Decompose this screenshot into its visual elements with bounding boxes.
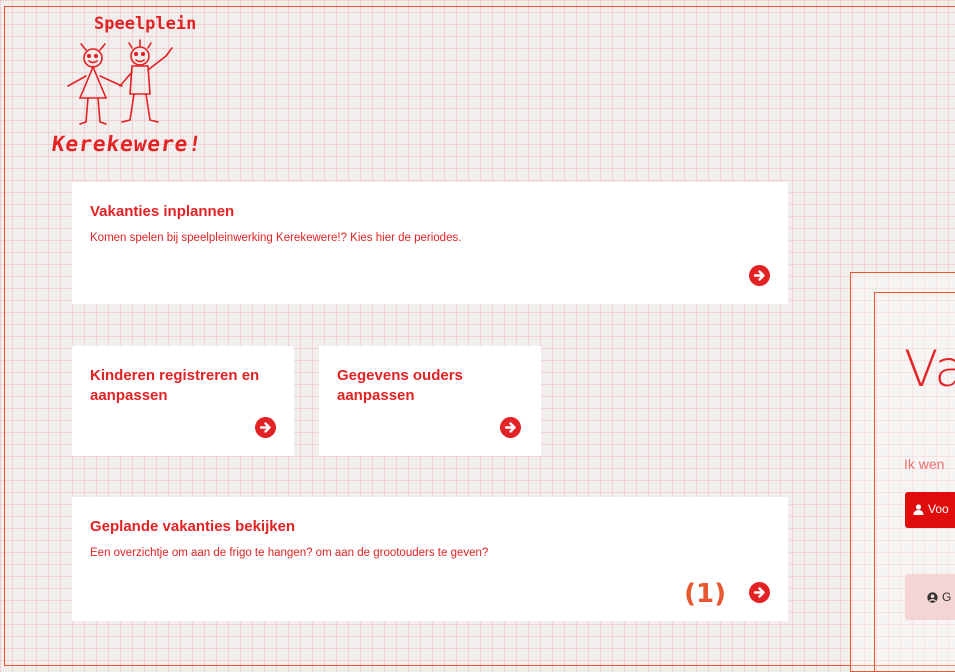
card-title: Kinderen registreren en aanpassen — [90, 367, 260, 404]
card-text: Komen spelen bij speelpleinwerking Kerek… — [90, 232, 462, 244]
card-kinderen-registreren[interactable]: Kinderen registreren en aanpassen — [72, 346, 294, 456]
card-title: Vakanties inplannen — [90, 203, 235, 220]
side-secondary-button[interactable]: G — [905, 574, 955, 620]
logo-line1: Speelplein — [94, 14, 197, 34]
user-icon — [913, 504, 924, 516]
side-primary-button-label: Voo — [928, 502, 949, 516]
logo[interactable]: Speelplein Kerekewere! — [50, 14, 204, 164]
arrow-right-circle-icon[interactable] — [255, 417, 276, 438]
arrow-right-circle-icon[interactable] — [500, 417, 521, 438]
side-secondary-button-label: G — [942, 590, 952, 604]
logo-line2: Kerekewere! — [50, 132, 204, 156]
side-primary-button[interactable]: Voo — [905, 492, 955, 528]
card-gegevens-ouders[interactable]: Gegevens ouders aanpassen — [319, 346, 541, 456]
card-title: Gegevens ouders aanpassen — [337, 367, 463, 404]
kids-drawing-icon — [67, 39, 173, 125]
planned-count: (1) — [684, 579, 726, 609]
user-circle-icon — [927, 592, 938, 604]
card-vakanties-inplannen[interactable]: Vakanties inplannen Komen spelen bij spe… — [72, 182, 788, 304]
side-panel-subtitle: Ik wen — [904, 456, 945, 472]
arrow-right-circle-icon[interactable] — [749, 265, 770, 286]
arrow-right-circle-icon[interactable] — [749, 582, 770, 603]
card-title: Geplande vakanties bekijken — [90, 518, 296, 535]
card-text: Een overzichtje om aan de frigo te hange… — [90, 547, 489, 559]
side-panel-title: Va — [904, 340, 955, 398]
card-geplande-vakanties[interactable]: Geplande vakanties bekijken Een overzich… — [72, 497, 788, 621]
